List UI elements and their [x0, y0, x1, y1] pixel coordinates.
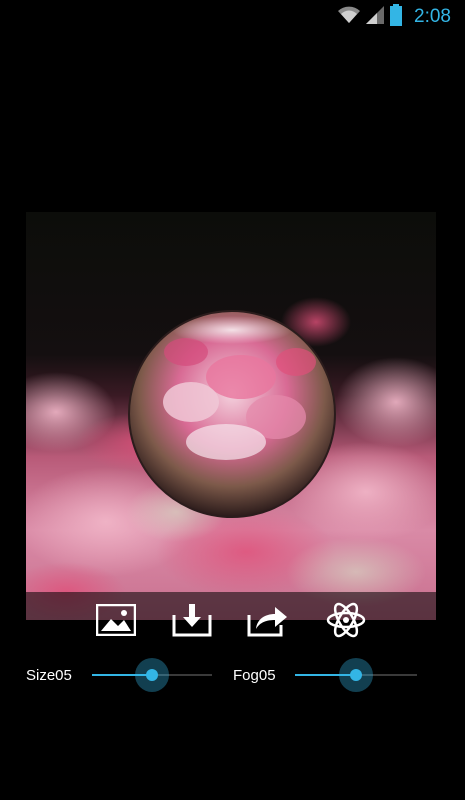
share-button[interactable]: [246, 602, 290, 642]
fog-slider-row: Fog05: [233, 658, 423, 692]
effect-button[interactable]: [324, 602, 368, 642]
status-bar: 2:08: [0, 0, 465, 33]
size-slider[interactable]: [92, 658, 212, 692]
size-slider-thumb[interactable]: [135, 658, 169, 692]
save-button[interactable]: [170, 602, 214, 642]
status-icons: 2:08: [338, 4, 451, 30]
size-label: Size05: [26, 666, 72, 684]
size-slider-row: Size05: [26, 658, 216, 692]
download-icon: [172, 603, 212, 641]
photo-preview[interactable]: [26, 212, 436, 620]
toolbar: [26, 592, 436, 648]
fog-slider[interactable]: [295, 658, 417, 692]
toolbar-background: [26, 592, 436, 622]
atom-icon: [326, 600, 366, 644]
crystal-ball-image: [26, 212, 436, 620]
battery-icon: [390, 4, 403, 30]
wifi-icon: [338, 6, 361, 28]
signal-icon: [366, 6, 385, 28]
clock: 2:08: [414, 6, 451, 27]
gallery-image-icon: [95, 603, 137, 640]
share-icon: [247, 603, 289, 641]
fog-label: Fog05: [233, 666, 276, 684]
size-slider-thumb-core: [146, 669, 158, 681]
fog-slider-thumb[interactable]: [339, 658, 373, 692]
gallery-button[interactable]: [94, 602, 138, 642]
fog-slider-thumb-core: [350, 669, 362, 681]
